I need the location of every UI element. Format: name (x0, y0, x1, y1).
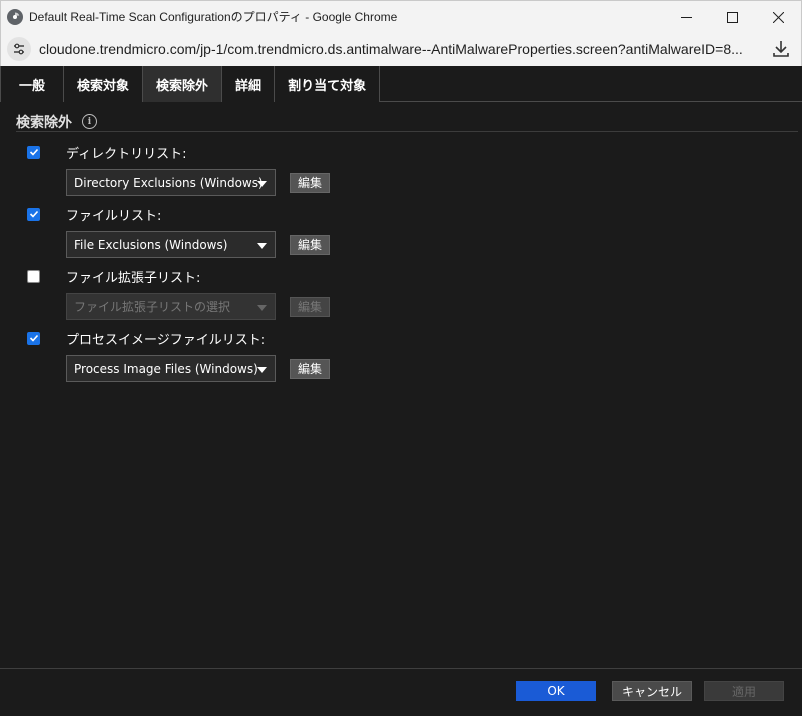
file-list-select[interactable]: File Exclusions (Windows) (66, 231, 276, 258)
tab-advanced[interactable]: 詳細 (222, 66, 276, 102)
file-list-edit-button[interactable]: 編集 (290, 234, 330, 255)
file-extension-list-checkbox[interactable] (27, 269, 40, 283)
directory-list-select-value: Directory Exclusions (Windows) (74, 175, 263, 190)
file-list-select-value: File Exclusions (Windows) (74, 237, 228, 252)
file-extension-list-select-row: ファイル拡張子リストの選択 編集 (66, 293, 330, 320)
site-info-button[interactable] (7, 37, 31, 61)
section-title: 検索除外 (16, 114, 72, 131)
close-icon (772, 11, 784, 23)
tab-assigned-to[interactable]: 割り当て対象 (275, 66, 381, 102)
minimize-icon (680, 16, 692, 18)
directory-list-select[interactable]: Directory Exclusions (Windows) (66, 169, 276, 196)
file-extension-list-select: ファイル拡張子リストの選択 (66, 293, 276, 320)
tab-general[interactable]: 一般 (0, 66, 65, 102)
section-header: 検索除外 i (16, 112, 798, 132)
dialog-footer: OK キャンセル 適用 (0, 668, 802, 716)
address-bar: cloudone.trendmicro.com/jp-1/com.trendmi… (0, 32, 802, 66)
file-list-checkbox[interactable] (27, 207, 40, 221)
directory-list-label: ディレクトリリスト: (66, 146, 187, 162)
checkmark-icon (29, 210, 38, 218)
file-extension-list-edit-button: 編集 (290, 296, 330, 317)
ok-button[interactable]: OK (516, 681, 596, 701)
chrome-icon (7, 8, 23, 25)
file-extension-list-select-value: ファイル拡張子リストの選択 (74, 300, 231, 314)
file-extension-list-label: ファイル拡張子リスト: (66, 270, 201, 286)
directory-list-select-row: Directory Exclusions (Windows) 編集 (66, 169, 330, 196)
file-list-select-row: File Exclusions (Windows) 編集 (66, 231, 330, 258)
close-window-button[interactable] (755, 1, 801, 33)
process-image-list-edit-button[interactable]: 編集 (290, 358, 330, 379)
process-image-list-select-row: Process Image Files (Windows) 編集 (66, 355, 330, 382)
file-list-label: ファイルリスト: (66, 208, 162, 224)
file-list-row: ファイルリスト: (27, 206, 162, 224)
info-icon[interactable]: i (82, 114, 97, 129)
directory-list-row: ディレクトリリスト: (27, 144, 187, 162)
url-text[interactable]: cloudone.trendmicro.com/jp-1/com.trendmi… (39, 41, 759, 57)
minimize-button[interactable] (663, 1, 709, 33)
tab-scan-exclusions[interactable]: 検索除外 (143, 66, 223, 102)
window-titlebar: Default Real-Time Scan Configurationのプロパ… (0, 0, 802, 32)
maximize-button[interactable] (709, 1, 755, 33)
download-icon[interactable] (771, 39, 791, 59)
window-title: Default Real-Time Scan Configurationのプロパ… (29, 10, 398, 24)
file-extension-list-row: ファイル拡張子リスト: (27, 268, 201, 286)
chevron-down-icon (257, 243, 267, 249)
tune-icon (14, 43, 24, 55)
tab-bar: 一般 検索対象 検索除外 詳細 割り当て対象 (0, 66, 802, 102)
directory-list-checkbox[interactable] (27, 145, 40, 159)
apply-button: 適用 (704, 681, 784, 701)
chevron-down-icon (257, 181, 267, 187)
process-image-list-checkbox[interactable] (27, 331, 40, 345)
maximize-icon (726, 11, 738, 23)
process-image-list-row: プロセスイメージファイルリスト: (27, 330, 266, 348)
tab-scan-target[interactable]: 検索対象 (64, 66, 144, 102)
process-image-list-select-value: Process Image Files (Windows) (74, 361, 258, 376)
checkmark-icon (29, 148, 38, 156)
chevron-down-icon (257, 367, 267, 373)
cancel-button[interactable]: キャンセル (612, 681, 692, 701)
chevron-down-icon (257, 305, 267, 311)
process-image-list-label: プロセスイメージファイルリスト: (66, 332, 266, 348)
checkmark-icon (29, 334, 38, 342)
process-image-list-select[interactable]: Process Image Files (Windows) (66, 355, 276, 382)
directory-list-edit-button[interactable]: 編集 (290, 172, 330, 193)
